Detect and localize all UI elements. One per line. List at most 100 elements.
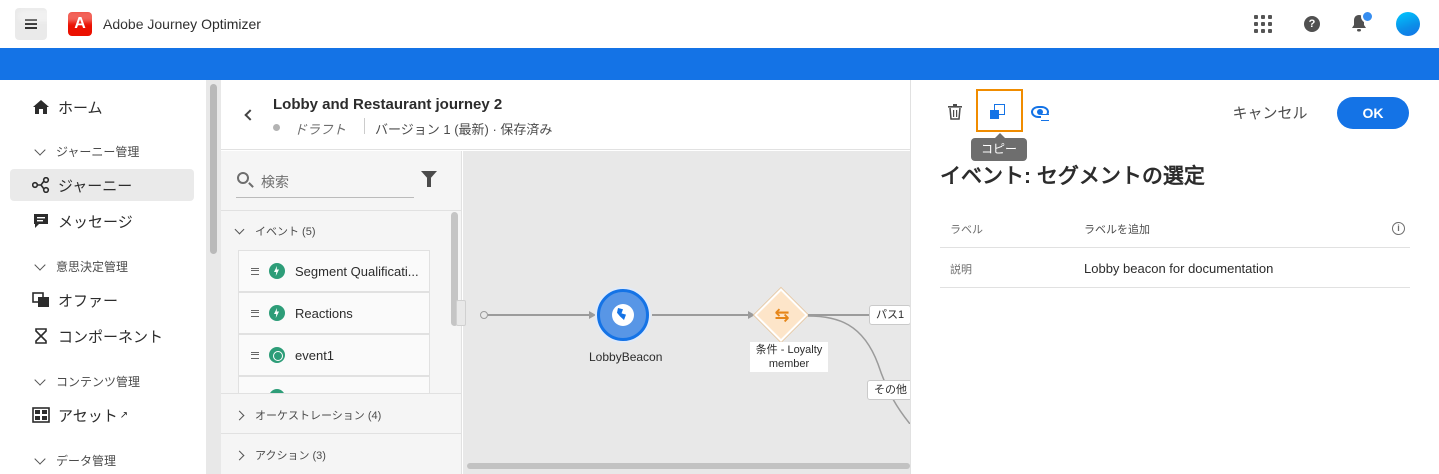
sidebar-scrollbar-thumb[interactable] bbox=[210, 84, 217, 254]
nav-offers-label: オファー bbox=[58, 292, 119, 310]
event-name: Segment Qualificati... bbox=[295, 263, 419, 279]
chevron-down-icon bbox=[34, 373, 46, 386]
category-label: オーケストレーション (4) bbox=[255, 410, 382, 422]
nav-components[interactable]: コンポーネント bbox=[10, 320, 194, 352]
drag-handle-icon[interactable] bbox=[251, 309, 259, 317]
palette-event-item[interactable]: Segment Qualificati... bbox=[238, 250, 430, 292]
label-field-key: ラベル bbox=[950, 224, 983, 236]
org-name-blurred[interactable] bbox=[18, 10, 178, 22]
category-label: イベント (5) bbox=[255, 226, 316, 238]
journey-icon bbox=[32, 177, 50, 193]
divider bbox=[940, 287, 1410, 288]
copy-icon-front bbox=[990, 110, 999, 119]
nav-components-label: コンポーネント bbox=[58, 328, 164, 346]
nav-section-content-mgmt[interactable]: コンテンツ管理 bbox=[34, 373, 141, 390]
description-field-input[interactable]: Lobby beacon for documentation bbox=[1084, 261, 1273, 276]
path-label[interactable]: パス1 bbox=[869, 305, 912, 325]
filter-icon-stem bbox=[427, 178, 431, 187]
help-icon[interactable]: ? bbox=[1304, 16, 1320, 32]
divider bbox=[221, 393, 462, 394]
category-label: アクション (3) bbox=[255, 450, 326, 462]
info-icon[interactable]: i bbox=[1392, 222, 1405, 235]
category-actions[interactable]: アクション (3) bbox=[234, 447, 326, 463]
divider bbox=[221, 433, 462, 434]
description-field-key: 説明 bbox=[950, 264, 972, 276]
search-icon bbox=[237, 172, 249, 184]
globe-icon bbox=[612, 304, 634, 326]
nav-journeys-label: ジャーニー bbox=[58, 177, 133, 195]
connector bbox=[488, 314, 590, 316]
canvas-scrollbar-thumb[interactable] bbox=[467, 463, 910, 469]
section-label: コンテンツ管理 bbox=[56, 375, 141, 389]
path-label[interactable]: その他 bbox=[867, 380, 914, 400]
org-switcher-bar bbox=[0, 48, 1439, 80]
chevron-right-icon bbox=[234, 410, 245, 420]
preview-list-icon bbox=[1041, 114, 1049, 121]
nav-home[interactable]: ホーム bbox=[10, 91, 194, 123]
nav-messages-label: メッセージ bbox=[58, 213, 133, 231]
chevron-down-icon bbox=[34, 258, 46, 271]
arrow-icon bbox=[589, 311, 596, 319]
event-name: Reactions bbox=[295, 305, 353, 321]
divider bbox=[364, 118, 365, 134]
component-icon bbox=[35, 328, 47, 344]
cancel-button[interactable]: キャンセル bbox=[1226, 98, 1314, 126]
journey-status: ドラフト bbox=[294, 122, 347, 137]
external-link-icon: ↗ bbox=[119, 409, 129, 421]
copy-tooltip: コピー bbox=[971, 138, 1027, 161]
offer-icon bbox=[32, 292, 49, 307]
event-bolt-icon bbox=[269, 305, 285, 321]
nav-assets[interactable]: アセット ↗ bbox=[10, 399, 194, 431]
section-label: データ管理 bbox=[56, 454, 117, 468]
event-bolt-icon bbox=[269, 263, 285, 279]
start-node bbox=[480, 311, 488, 319]
connector bbox=[652, 314, 749, 316]
nav-home-label: ホーム bbox=[58, 99, 103, 117]
palette-search-input[interactable] bbox=[261, 172, 411, 192]
chevron-down-icon bbox=[34, 452, 46, 465]
palette-collapse-handle[interactable] bbox=[456, 300, 466, 326]
journey-title: Lobby and Restaurant journey 2 bbox=[273, 96, 503, 113]
notification-badge bbox=[1361, 10, 1374, 23]
journey-canvas[interactable] bbox=[463, 151, 910, 474]
nav-offers[interactable]: オファー bbox=[10, 284, 194, 316]
event-name: event1 bbox=[295, 347, 335, 363]
status-dot-icon bbox=[273, 124, 280, 131]
drag-handle-icon[interactable] bbox=[251, 351, 259, 359]
nav-section-data-mgmt[interactable]: データ管理 bbox=[34, 452, 117, 469]
category-orchestration[interactable]: オーケストレーション (4) bbox=[234, 407, 382, 423]
section-label: ジャーニー管理 bbox=[56, 145, 140, 159]
trash-icon[interactable] bbox=[948, 104, 962, 120]
message-icon bbox=[34, 214, 48, 228]
divider bbox=[221, 210, 462, 211]
chevron-down-icon bbox=[34, 143, 46, 156]
chevron-right-icon bbox=[234, 450, 245, 460]
palette-event-item[interactable]: Reactions bbox=[238, 292, 430, 334]
asset-icon bbox=[32, 407, 50, 423]
event-node[interactable] bbox=[597, 289, 649, 341]
nav-section-decision-mgmt[interactable]: 意思決定管理 bbox=[34, 258, 129, 275]
panel-title: イベント: セグメントの選定 bbox=[940, 165, 1205, 188]
label-field-input[interactable]: ラベルを追加 bbox=[1084, 221, 1150, 237]
home-icon bbox=[33, 100, 49, 114]
journey-version: バージョン 1 (最新) · 保存済み bbox=[375, 122, 553, 137]
app-switcher-icon[interactable] bbox=[1254, 15, 1272, 33]
user-avatar[interactable] bbox=[1396, 12, 1420, 36]
nav-section-journey-mgmt[interactable]: ジャーニー管理 bbox=[34, 143, 140, 160]
ok-button[interactable]: OK bbox=[1337, 97, 1409, 129]
drag-handle-icon[interactable] bbox=[251, 267, 259, 275]
chevron-down-icon bbox=[234, 224, 245, 234]
palette-event-item[interactable]: event1 bbox=[238, 334, 430, 376]
category-events[interactable]: イベント (5) bbox=[234, 223, 316, 239]
connector-curve bbox=[808, 315, 910, 424]
divider bbox=[940, 247, 1410, 248]
event-node-label: LobbyBeacon bbox=[589, 350, 663, 364]
event-globe-icon bbox=[269, 347, 285, 363]
chevron-down-icon[interactable]: ▾ bbox=[186, 10, 191, 21]
nav-assets-label: アセット bbox=[58, 407, 118, 425]
section-label: 意思決定管理 bbox=[56, 260, 129, 274]
nav-messages[interactable]: メッセージ bbox=[10, 205, 194, 237]
branch-icon: ⇆ bbox=[774, 305, 790, 325]
journey-header bbox=[221, 80, 910, 150]
nav-journeys[interactable]: ジャーニー bbox=[10, 169, 194, 201]
